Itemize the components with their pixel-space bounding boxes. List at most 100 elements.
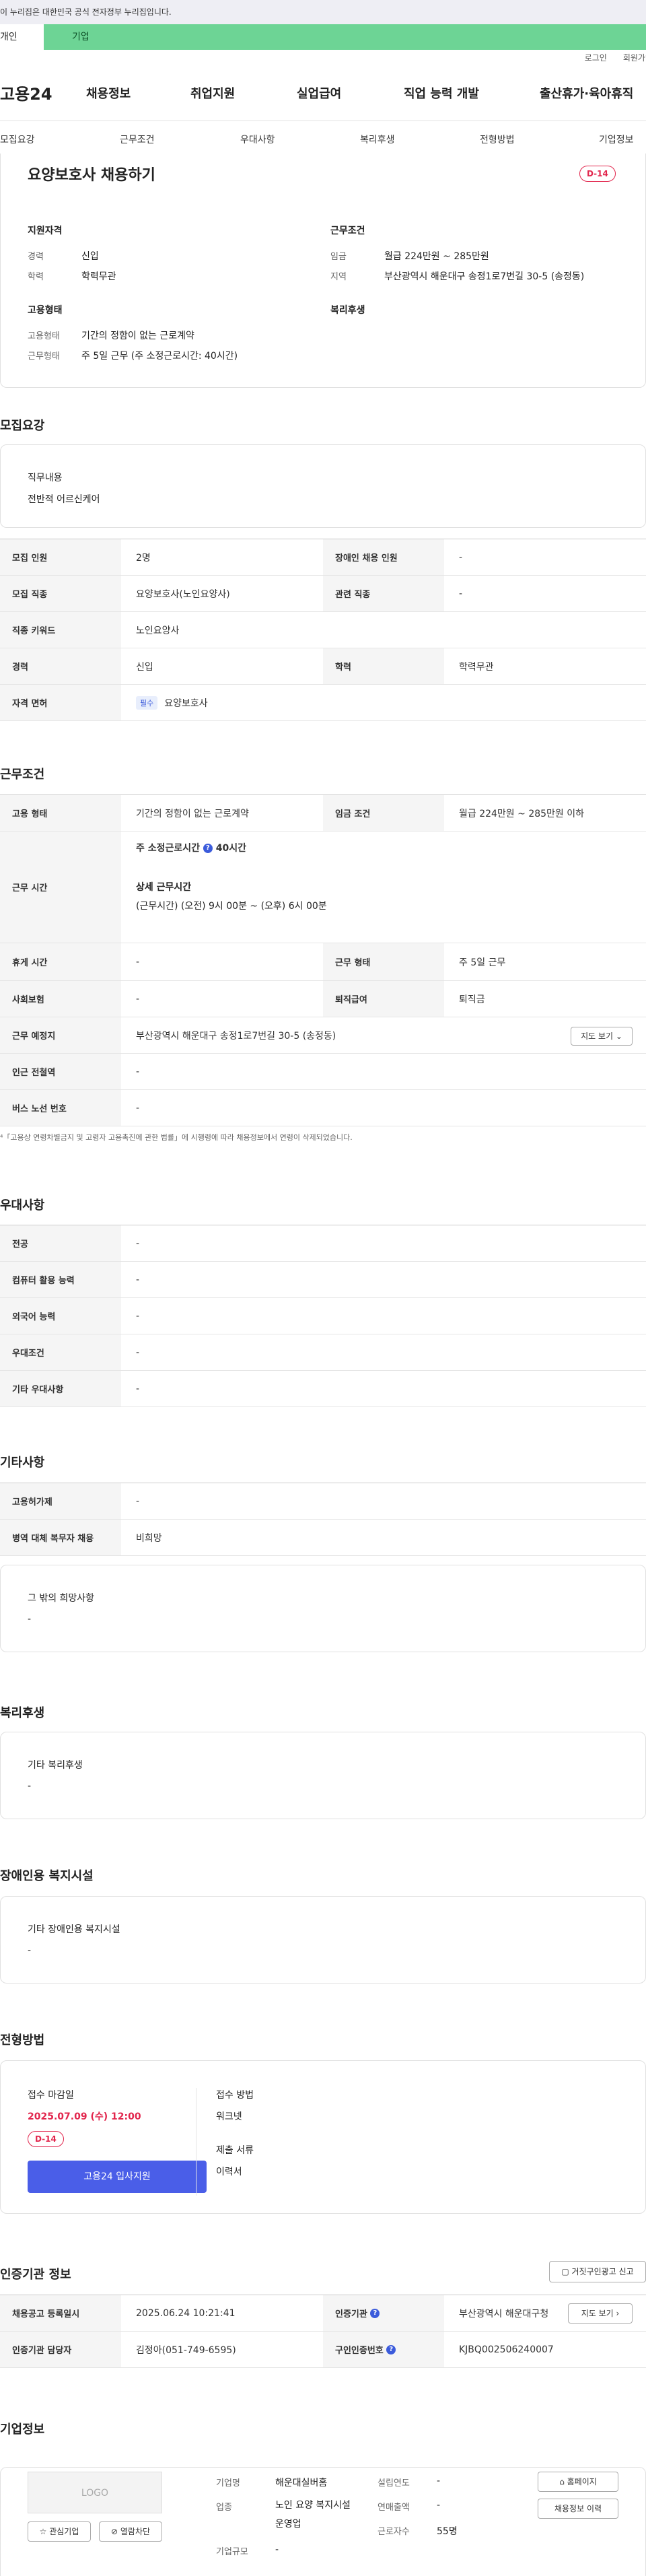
- tab-personal[interactable]: 개인: [0, 24, 44, 50]
- facility-card: 기타 장애인용 복지시설 -: [0, 1896, 646, 1984]
- table-row: 외국어 능력 -: [0, 1298, 646, 1334]
- emp-type-value: 기간의 정함이 없는 근로계약: [81, 331, 194, 341]
- area-value: 부산광역시 해운대구 송정1로7번길 30-5 (송정동): [384, 271, 585, 282]
- table-header: 임금 조건: [323, 795, 444, 831]
- career-value: 신입: [81, 251, 99, 262]
- prefer-table: 전공 - 컴퓨터 활용 능력 - 외국어 능력 - 우대조건 - 기타 우대사항…: [0, 1225, 646, 1407]
- signup-link[interactable]: 회원가입: [623, 52, 646, 63]
- table-cell: -: [136, 1383, 140, 1394]
- table-cell: -: [459, 551, 463, 563]
- subnav-work[interactable]: 근무조건: [120, 133, 155, 146]
- org-value: 부산광역시 해운대구청: [459, 2308, 549, 2319]
- table-cell: 2명: [136, 552, 151, 564]
- org-map-button[interactable]: 지도 보기 ›: [568, 2303, 633, 2324]
- table-header: 모집 직종: [0, 576, 121, 611]
- emp-title: 고용형태: [28, 305, 63, 316]
- table-cell: KJBQ002506240007: [459, 2344, 554, 2355]
- detail-hours-label: 상세 근무시간: [136, 882, 192, 893]
- nav-parental-leave[interactable]: 출산휴가·육아휴직: [540, 84, 633, 102]
- nav-unemployment-benefit[interactable]: 실업급여: [297, 84, 341, 102]
- year-label: 설립연도: [378, 2478, 410, 2488]
- size-value: -: [275, 2544, 279, 2555]
- weekly-hours: 주 소정근로시간 ? 40시간: [136, 841, 246, 854]
- table-cell: -: [136, 1274, 140, 1285]
- deadline-value: 2025.07.09 (수) 12:00: [28, 2111, 141, 2122]
- table-row: 근무 예정지 부산광역시 해운대구 송정1로7번길 30-5 (송정동) 지도 …: [0, 1017, 646, 1054]
- map-button[interactable]: 지도 보기 ⌄: [571, 1027, 633, 1046]
- docs-label: 제출 서류: [216, 2145, 254, 2156]
- weekly-hours-value: 40시간: [215, 843, 247, 854]
- report-icon: ▢: [561, 2267, 569, 2276]
- table-cell: -: [136, 1310, 140, 1322]
- welfare-title: 복리후생: [330, 305, 365, 316]
- table-header: 전공: [0, 1225, 121, 1261]
- nav-employment-support[interactable]: 취업지원: [190, 84, 235, 102]
- info-icon[interactable]: ?: [203, 844, 213, 853]
- nav-job-info[interactable]: 채용정보: [86, 84, 131, 102]
- top-links: 로그인 회원가입: [0, 50, 646, 65]
- sales-value: -: [437, 2500, 441, 2511]
- star-icon: ☆: [39, 2527, 47, 2536]
- apply-button[interactable]: 고용24 입사지원: [28, 2161, 207, 2193]
- history-button[interactable]: 채용정보 이력: [538, 2499, 618, 2519]
- table-row: 기타 우대사항 -: [0, 1371, 646, 1407]
- chevron-right-icon: ›: [616, 2309, 620, 2318]
- work-table: 고용 형태 기간의 정함이 없는 근로계약 임금 조건 월급 224만원 ~ 2…: [0, 794, 646, 1126]
- duty-value: 전반적 어르신케어: [28, 494, 100, 505]
- table-cell: 비희망: [136, 1532, 162, 1544]
- table-cell: 요양보호사(노인요양사): [136, 588, 230, 600]
- facility-label: 기타 장애인용 복지시설: [28, 1924, 120, 1935]
- subnav-company[interactable]: 기업정보: [599, 133, 634, 146]
- subnav-recruit[interactable]: 모집요강: [0, 133, 35, 146]
- table-cell: -: [136, 1495, 140, 1507]
- table-cell: 월급 224만원 ~ 285만원 이하: [459, 808, 585, 819]
- career-label: 경력: [28, 252, 44, 262]
- table-row: 버스 노선 번호 -: [0, 1090, 646, 1126]
- facility-value: -: [28, 1945, 32, 1956]
- company-name: 해운대실버홈: [275, 2478, 328, 2488]
- table-cell: 신입: [136, 661, 153, 673]
- emp-count-value: 55명: [437, 2526, 458, 2537]
- area-label: 지역: [330, 272, 347, 282]
- subnav-process[interactable]: 전형방법: [480, 133, 515, 146]
- main-nav: 고용24 채용정보 취업지원 실업급여 직업 능력 개발 출산휴가·육아휴직: [0, 65, 646, 121]
- other-wish-label: 그 밖의 희망사항: [28, 1593, 95, 1604]
- required-tag: 필수: [136, 696, 158, 710]
- deadline-label: 접수 마감일: [28, 2090, 74, 2101]
- gov-banner: 이 누리집은 대한민국 공식 전자정부 누리집입니다.: [0, 0, 646, 24]
- job-title: 요양보호사 채용하기: [28, 167, 155, 184]
- homepage-button[interactable]: ⌂ 홈페이지: [538, 2472, 618, 2492]
- info-icon[interactable]: ?: [386, 2344, 396, 2354]
- table-cell: -: [136, 1066, 140, 1077]
- site-logo[interactable]: 고용24: [0, 81, 52, 104]
- table-cell: 기간의 정함이 없는 근로계약: [136, 808, 249, 819]
- login-link[interactable]: 로그인: [585, 52, 607, 63]
- method-label: 접수 방법: [216, 2090, 254, 2101]
- table-header: 구인인증번호 ?: [323, 2332, 444, 2367]
- qual-title: 지원자격: [28, 226, 63, 236]
- table-header: 인근 전철역: [0, 1054, 121, 1089]
- table-row: 경력 신입 학력 학력무관: [0, 648, 646, 685]
- table-row: 인근 전철역 -: [0, 1054, 646, 1090]
- table-header: 휴게 시간: [0, 943, 121, 980]
- nav-vocational-training[interactable]: 직업 능력 개발: [404, 84, 479, 102]
- info-icon[interactable]: ?: [370, 2308, 380, 2318]
- block-icon: ⊘: [110, 2527, 118, 2536]
- table-cell: 학력무관: [459, 661, 494, 673]
- table-header: 경력: [0, 648, 121, 684]
- subnav-welfare[interactable]: 복리후생: [360, 133, 395, 146]
- cond-title: 근무조건: [330, 226, 365, 236]
- table-header: 버스 노선 번호: [0, 1090, 121, 1126]
- block-button[interactable]: ⊘ 열람차단: [99, 2521, 162, 2542]
- section-title-process: 전형방법: [0, 2033, 45, 2047]
- report-button[interactable]: ▢ 거짓구인광고 신고: [549, 2261, 646, 2282]
- section-title-agency: 인증기관 정보: [0, 2268, 71, 2282]
- tab-business[interactable]: 기업: [44, 24, 646, 50]
- work-value: 주 5일 근무 (주 소정근로시간: 40시간): [81, 351, 238, 362]
- biz-value: 노인 요양 복지시설 운영업: [275, 2500, 351, 2530]
- size-label: 기업규모: [216, 2547, 248, 2557]
- subnav-prefer[interactable]: 우대사항: [240, 133, 275, 146]
- fav-button[interactable]: ☆ 관심기업: [28, 2521, 91, 2542]
- table-header: 고용허가제: [0, 1483, 121, 1519]
- biz-label: 업종: [216, 2503, 232, 2513]
